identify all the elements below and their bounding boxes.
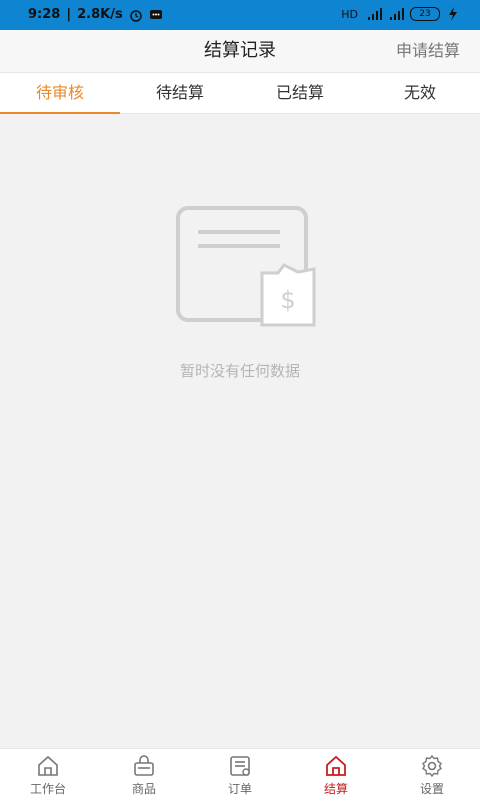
hd-label: HD [341,7,358,21]
basket-icon [134,754,154,776]
alarm-icon [129,8,143,22]
tab-settled[interactable]: 已结算 [240,73,360,113]
status-left: 9:28 | 2.8K/s [28,7,163,22]
tab-invalid[interactable]: 无效 [360,73,480,113]
home-icon [38,755,58,776]
nav-orders-label: 订单 [227,781,252,796]
nav-settlement-label: 结算 [323,781,348,796]
nav-workbench-label: 工作台 [29,781,66,796]
message-icon [149,8,163,22]
signal-icon [366,7,382,21]
nav-orders[interactable]: 订单 [192,749,288,801]
nav-settings-label: 设置 [419,781,444,796]
status-right: HD 23 [341,7,462,21]
empty-message: 暂时没有任何数据 [179,362,300,380]
empty-state: $ 暂时没有任何数据 [0,200,480,381]
gear-icon [422,754,442,777]
status-time: 9:28 [28,7,61,22]
top-bar: 结算记录 申请结算 [0,30,480,73]
nav-products[interactable]: 商品 [96,749,192,801]
nav-products-label: 商品 [131,781,156,796]
svg-text:$: $ [280,286,295,314]
order-icon [230,755,250,776]
tab-bar: 待审核 待结算 已结算 无效 [0,73,480,114]
bottom-nav: 工作台 商品 订单 结算 设置 [0,748,480,801]
signal-icon-2 [388,7,404,21]
tab-pending-review[interactable]: 待审核 [0,73,120,114]
apply-settlement-button[interactable]: 申请结算 [396,30,460,72]
status-divider: | [66,7,72,22]
tab-pending-settlement[interactable]: 待结算 [120,73,240,113]
status-bar: 9:28 | 2.8K/s HD 23 [0,0,480,30]
settlement-home-icon [326,755,346,776]
nav-workbench[interactable]: 工作台 [0,749,96,801]
battery-icon: 23 [410,7,440,21]
battery-level: 23 [419,9,431,19]
status-speed: 2.8K/s [77,7,123,22]
charging-icon [448,7,462,21]
nav-settlement[interactable]: 结算 [288,749,384,801]
settlement-empty-icon: $ [176,206,316,327]
nav-settings[interactable]: 设置 [384,749,480,801]
